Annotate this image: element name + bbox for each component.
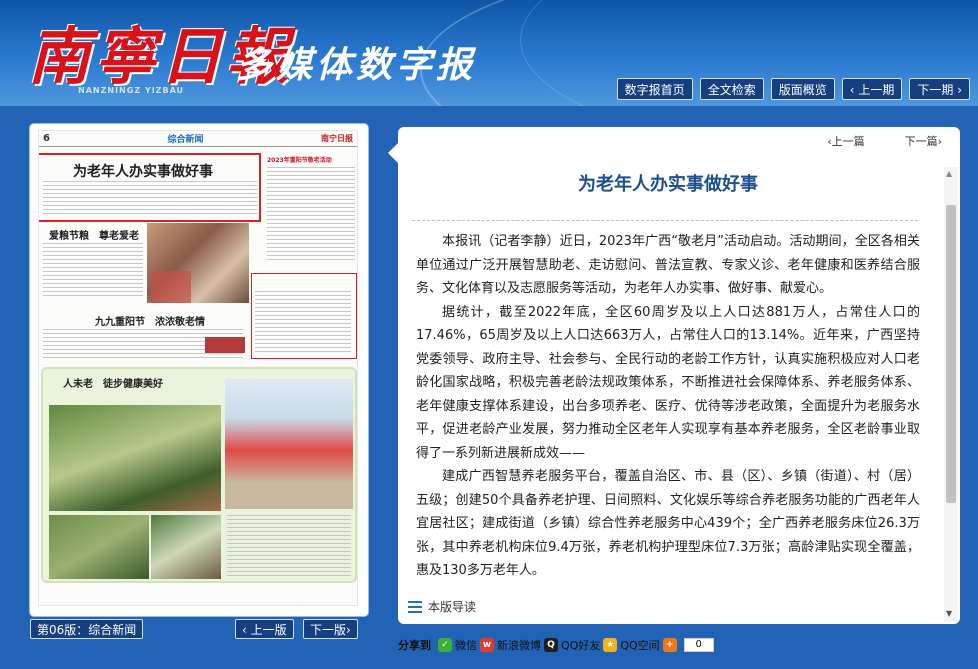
article-text-block	[43, 243, 143, 297]
page-preview-frame: 6 综合新闻 南宁日报 为老年人办实事做好事 2023年重阳节敬老活动 爱粮节粮…	[30, 124, 368, 616]
scroll-down-icon[interactable]: ▼	[946, 609, 952, 618]
chevron-right-icon: ›	[937, 135, 942, 148]
chevron-left-icon: ‹	[242, 623, 251, 637]
prev-article-label: 上一篇	[831, 135, 865, 148]
feature-photo[interactable]	[151, 515, 221, 579]
next-page-button[interactable]: 下一版›	[303, 619, 358, 639]
prev-page-label: 上一版	[250, 623, 287, 637]
next-article-label: 下一篇	[904, 135, 938, 148]
share-label: 分享到	[398, 639, 431, 652]
list-icon	[408, 600, 422, 613]
share-bar: 分享到 ✓ 微信 w 新浪微博 Q QQ好友 ★ QQ空间 + 0	[398, 637, 714, 653]
more-share-icon[interactable]: +	[662, 638, 677, 652]
page-guide-link[interactable]: 本版导读	[408, 598, 476, 615]
feature-headline: 人未老 徒步健康美好	[63, 379, 163, 390]
share-qq-friend[interactable]: QQ好友	[561, 637, 600, 653]
page-number: 6	[43, 133, 50, 144]
next-issue-label: 下一期	[917, 83, 954, 97]
prev-article-link[interactable]: ‹上一篇	[827, 133, 864, 149]
feature-photo[interactable]	[225, 379, 353, 509]
article-scrollbar[interactable]: ▲ ▼	[944, 167, 958, 622]
current-page-label[interactable]: 第06版：综合新闻	[30, 619, 144, 639]
article-paragraph: 本报讯（记者李静）近日，2023年广西“敬老月”活动启动。活动期间，全区各相关单…	[416, 234, 920, 296]
article-text-block	[267, 167, 355, 263]
site-header: 南寧日報 NANZNINGZ YIZBAU 多媒体数字报 数字报首页 全文检索 …	[0, 0, 978, 106]
selected-article-area[interactable]	[39, 153, 261, 222]
newspaper-page-header: 6 综合新闻 南宁日报	[39, 131, 357, 147]
page-section: 综合新闻	[167, 135, 204, 145]
prev-issue-button[interactable]: ‹ 上一期	[841, 78, 903, 100]
qzone-icon[interactable]: ★	[603, 638, 618, 652]
article-nav: ‹上一篇 下一篇›	[827, 133, 942, 149]
article-panel: ‹上一篇 下一篇› 为老年人办实事做好事 本报讯（记者李静）近日，2023年广西…	[388, 127, 960, 624]
next-issue-button[interactable]: 下一期 ›	[909, 78, 970, 100]
next-article-link[interactable]: 下一篇›	[905, 133, 942, 149]
overview-button[interactable]: 版面概览	[770, 78, 835, 100]
feature-text-block	[227, 515, 351, 577]
article-paragraph: 建成广西智慧养老服务平台，覆盖自治区、市、县（区）、乡镇（街道）、村（居）五级；…	[416, 469, 920, 578]
chevron-right-icon: ›	[346, 623, 351, 637]
page-logo: 南宁日报	[320, 134, 353, 143]
qq-icon[interactable]: Q	[544, 638, 558, 652]
title-divider	[412, 220, 918, 221]
article-headline: 爱粮节粮 尊老爱老	[49, 231, 139, 242]
site-logo-pinyin: NANZNINGZ YIZBAU	[78, 86, 185, 95]
article-photo	[205, 337, 245, 353]
prev-issue-label: 上一期	[858, 83, 895, 97]
page-guide-label: 本版导读	[428, 600, 477, 614]
article-headline-side: 2023年重阳节敬老活动	[267, 157, 332, 164]
scrollbar-thumb[interactable]	[946, 205, 956, 503]
chevron-right-icon: ›	[953, 83, 962, 97]
article-photo-detail	[151, 271, 191, 303]
site-subtitle: 多媒体数字报	[236, 44, 477, 86]
share-weibo[interactable]: 新浪微博	[497, 637, 541, 653]
search-button[interactable]: 全文检索	[699, 78, 764, 100]
newspaper-page[interactable]: 6 综合新闻 南宁日报 为老年人办实事做好事 2023年重阳节敬老活动 爱粮节粮…	[38, 130, 358, 606]
wechat-icon[interactable]: ✓	[438, 638, 452, 652]
weibo-icon[interactable]: w	[480, 638, 494, 652]
article-text-block	[255, 291, 351, 355]
prev-page-button[interactable]: ‹ 上一版	[235, 619, 294, 639]
share-wechat[interactable]: 微信	[455, 637, 477, 653]
article-paragraph: 据统计，截至2022年底，全区60周岁及以上人口达881万人，占常住人口的17.…	[416, 304, 920, 461]
feature-photo[interactable]	[49, 405, 221, 511]
share-count: 0	[683, 638, 714, 652]
next-page-label: 下一版	[310, 623, 347, 637]
scroll-up-icon[interactable]: ▲	[946, 169, 952, 178]
article-body: 本报讯（记者李静）近日，2023年广西“敬老月”活动启动。活动期间，全区各相关单…	[416, 230, 920, 583]
share-qq-zone[interactable]: QQ空间	[620, 637, 659, 653]
feature-photo[interactable]	[49, 515, 149, 579]
article-headline: 九九重阳节 浓浓敬老情	[95, 317, 205, 328]
article-title: 为老年人办实事做好事	[578, 174, 758, 195]
home-button[interactable]: 数字报首页	[616, 78, 693, 100]
top-nav: 数字报首页 全文检索 版面概览 ‹ 上一期 下一期 ›	[616, 78, 970, 100]
panel-pointer	[388, 143, 398, 163]
feature-area[interactable]: 人未老 徒步健康美好	[41, 367, 357, 583]
